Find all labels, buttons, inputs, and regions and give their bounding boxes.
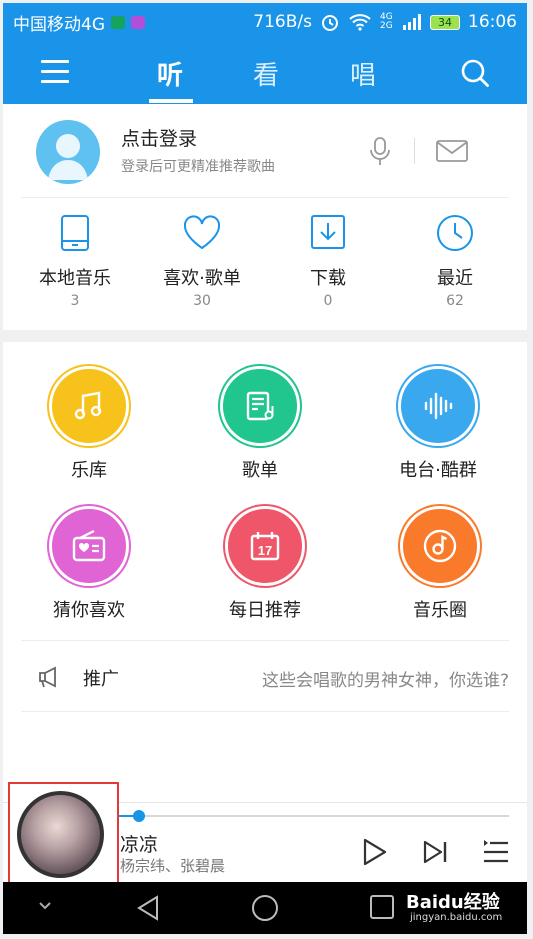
grid-label: 歌单: [242, 460, 278, 481]
grid-label: 音乐圈: [413, 600, 467, 621]
phone-icon: [61, 215, 89, 251]
play-icon[interactable]: [359, 837, 389, 867]
net-speed: 716B/s: [253, 12, 312, 32]
feature-grid-card: 乐库 歌单 电台·酷群 猜你喜欢 17 每日推荐 音乐圈 推广 这些会唱歌的男神…: [3, 342, 527, 802]
grid-item-playlist[interactable]: 歌单: [190, 366, 330, 482]
home-icon[interactable]: [251, 894, 279, 922]
top-nav: 听 看 唱: [3, 41, 527, 104]
tab-watch[interactable]: 看: [253, 55, 279, 92]
promo-label: 推广: [83, 669, 119, 690]
stat-recent[interactable]: 最近 62: [400, 214, 510, 309]
stat-label: 最近: [437, 268, 473, 289]
song-title: 凉凉: [120, 834, 159, 856]
song-artist: 杨宗纬、张碧晨: [120, 857, 226, 875]
music-note-icon: [49, 366, 129, 446]
grid-item-library[interactable]: 乐库: [19, 366, 159, 482]
album-cover-image[interactable]: [17, 791, 104, 878]
megaphone-icon: [39, 666, 56, 688]
battery-indicator: 34: [430, 14, 460, 30]
battery-level: 34: [438, 15, 452, 29]
signal-icon: [403, 14, 421, 30]
progress-knob[interactable]: [132, 810, 145, 822]
carrier-label: 中国移动4G: [13, 14, 105, 35]
stat-count: 3: [70, 293, 80, 309]
gallery-notification-icon: [131, 15, 145, 29]
stat-count: 30: [193, 293, 211, 309]
grid-label: 猜你喜欢: [53, 600, 125, 621]
watermark: Baidu经验 jingyan.baidu.com: [406, 888, 502, 923]
calendar-icon: 17: [225, 506, 305, 586]
album-cover-highlight[interactable]: [8, 782, 119, 885]
grid-item-radio[interactable]: 电台·酷群: [368, 366, 508, 482]
search-icon[interactable]: [460, 58, 490, 88]
grid-item-music-circle[interactable]: 音乐圈: [370, 506, 510, 622]
divider: [414, 138, 415, 164]
stat-favorites[interactable]: 喜欢·歌单 30: [147, 214, 257, 309]
grid-label: 电台·酷群: [399, 460, 477, 481]
menu-icon[interactable]: [41, 60, 69, 84]
divider: [21, 711, 509, 712]
tab-listen[interactable]: 听: [157, 55, 183, 92]
login-subtitle: 登录后可更精准推荐歌曲: [121, 159, 275, 175]
grid-item-guess-you-like[interactable]: 猜你喜欢: [19, 506, 159, 622]
network-type-label: 4G 2G: [380, 12, 393, 31]
stat-count: 0: [323, 293, 333, 309]
promo-link[interactable]: 这些会唱歌的男神女神，你选谁?: [262, 666, 509, 691]
grid-item-daily-recommend[interactable]: 17 每日推荐: [195, 506, 335, 622]
recent-apps-icon[interactable]: [369, 894, 395, 920]
login-title[interactable]: 点击登录: [121, 124, 197, 151]
clock-icon: [437, 215, 473, 251]
next-track-icon[interactable]: [421, 839, 449, 865]
microphone-icon[interactable]: [369, 136, 391, 166]
notification-app-icon: [111, 15, 125, 29]
watermark-url: jingyan.baidu.com: [410, 912, 503, 923]
divider: [21, 197, 509, 198]
stat-label: 下载: [310, 268, 346, 289]
heart-icon: [183, 215, 221, 250]
stat-count: 62: [446, 293, 464, 309]
watermark-brand: Baidu经验: [406, 892, 500, 913]
collapse-chevron-icon[interactable]: [37, 900, 53, 912]
profile-card: 点击登录 登录后可更精准推荐歌曲 本地音乐 3 喜欢·歌单 30 下载 0 最近…: [3, 104, 527, 330]
phone-screen: 中国移动4G 716B/s 4G 2G 34 16:06 听 看 唱 点击登录 …: [0, 0, 533, 939]
disc-icon: [400, 506, 480, 586]
calendar-day-label: 17: [258, 543, 272, 558]
alarm-icon: [322, 15, 338, 31]
default-user-icon: [48, 134, 88, 180]
wifi-icon: [349, 14, 371, 31]
status-bar: 中国移动4G 716B/s 4G 2G 34 16:06: [3, 3, 527, 41]
tab-sing[interactable]: 唱: [350, 55, 376, 92]
grid-label: 每日推荐: [229, 600, 301, 621]
playlist-queue-icon[interactable]: [483, 839, 509, 865]
avatar[interactable]: [36, 120, 100, 184]
radio-heart-icon: [49, 506, 129, 586]
clock: 16:06: [468, 12, 517, 32]
stat-label: 喜欢·歌单: [163, 268, 241, 289]
sound-wave-icon: [398, 366, 478, 446]
grid-label: 乐库: [71, 460, 107, 481]
stat-label: 本地音乐: [39, 268, 111, 289]
playlist-icon: [220, 366, 300, 446]
download-icon: [311, 215, 345, 249]
progress-bar[interactable]: [119, 810, 509, 822]
mail-icon[interactable]: [436, 140, 468, 162]
back-icon[interactable]: [135, 894, 161, 922]
stat-download[interactable]: 下载 0: [273, 214, 383, 309]
divider: [21, 640, 509, 641]
active-tab-indicator: [149, 99, 193, 103]
stat-local-music[interactable]: 本地音乐 3: [20, 214, 130, 309]
